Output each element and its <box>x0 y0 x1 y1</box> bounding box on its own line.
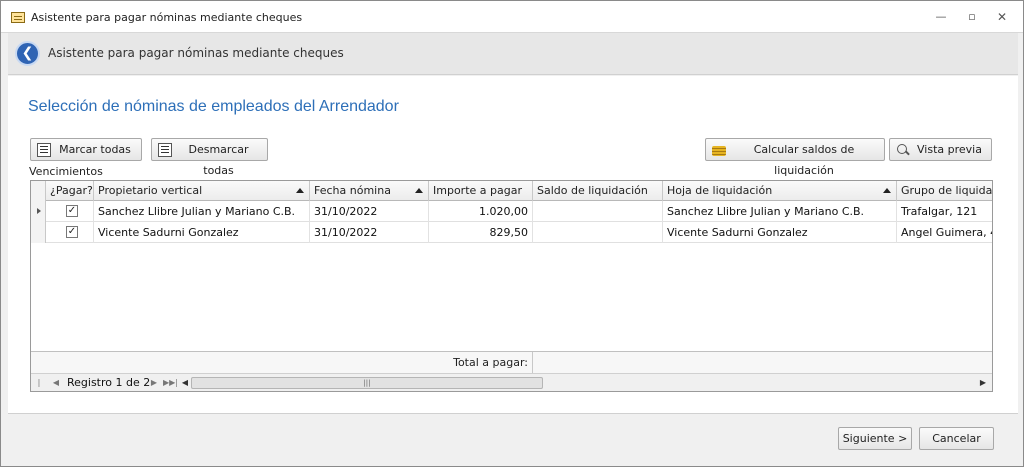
column-header-label: Hoja de liquidación <box>667 184 773 197</box>
column-header-label: Fecha nómina <box>314 184 391 197</box>
column-header-propietario[interactable]: Propietario vertical <box>94 181 310 201</box>
propietario-cell[interactable]: Vicente Sadurni Gonzalez <box>94 222 310 243</box>
window-title: Asistente para pagar nóminas mediante ch… <box>31 11 303 24</box>
wizard-window: Asistente para pagar nóminas mediante ch… <box>0 0 1024 467</box>
sort-ascending-icon <box>415 188 423 193</box>
hoja-cell[interactable]: Vicente Sadurni Gonzalez <box>663 222 897 243</box>
checklist-icon <box>37 143 51 157</box>
column-header-grupo[interactable]: Grupo de liquidació <box>897 181 992 201</box>
checklist-icon <box>158 143 172 157</box>
wizard-header-title: Asistente para pagar nóminas mediante ch… <box>48 46 344 60</box>
calculate-balances-button[interactable]: Calcular saldos de liquidación <box>705 138 885 177</box>
wizard-page: Selección de nóminas de empleados del Ar… <box>8 76 1018 414</box>
close-button[interactable]: ✕ <box>992 9 1012 25</box>
grupo-cell[interactable]: Angel Guimera, 44 <box>897 222 992 243</box>
column-header-label: ¿Pagar? <box>50 184 93 197</box>
table-row[interactable]: ✓ Vicente Sadurni Gonzalez 31/10/2022 82… <box>31 222 992 243</box>
current-row-pointer-icon <box>37 208 41 214</box>
column-header-hoja[interactable]: Hoja de liquidación <box>663 181 897 201</box>
coins-icon <box>712 143 726 157</box>
column-header-label: Grupo de liquidació <box>901 184 992 197</box>
grid-summary-footer: Total a pagar: 1.8... <box>31 351 992 391</box>
total-a-pagar: Total a pagar: 1.8... <box>429 352 533 391</box>
cancel-button[interactable]: Cancelar <box>919 427 994 450</box>
pagar-checkbox[interactable]: ✓ <box>66 205 78 217</box>
grid-navigator: |◀◀ ◀ Registro 1 de 2 ▶ ▶▶| ◀ ||| ▶ <box>31 373 992 391</box>
scroll-right-icon[interactable]: ▶ <box>978 374 988 391</box>
fecha-cell[interactable]: 31/10/2022 <box>310 222 429 243</box>
last-record-icon[interactable]: ▶▶| <box>163 374 178 391</box>
back-arrow-icon[interactable]: ❮ <box>15 41 40 66</box>
horizontal-scrollbar[interactable]: ||| <box>191 377 986 389</box>
importe-cell[interactable]: 829,50 <box>429 222 533 243</box>
unmark-all-label: Desmarcar todas <box>188 143 249 177</box>
saldo-cell[interactable] <box>533 201 663 222</box>
app-window-icon <box>11 12 25 23</box>
unmark-all-button[interactable]: Desmarcar todas <box>151 138 268 177</box>
mark-all-label: Marcar todas <box>59 143 131 156</box>
print-preview-button[interactable]: Vista previa <box>889 138 992 161</box>
column-header-label: Saldo de liquidación <box>537 184 648 197</box>
page-title: Selección de nóminas de empleados del Ar… <box>28 98 399 115</box>
section-label: Vencimientos <box>29 165 103 178</box>
row-indicator[interactable] <box>31 201 46 222</box>
pagar-cell[interactable]: ✓ <box>46 201 94 222</box>
fecha-cell[interactable]: 31/10/2022 <box>310 201 429 222</box>
mark-all-button[interactable]: Marcar todas <box>30 138 142 161</box>
next-button[interactable]: Siguiente > <box>838 427 912 450</box>
scroll-left-icon[interactable]: ◀ <box>180 374 190 391</box>
magnifier-icon <box>896 143 910 157</box>
column-header-fecha[interactable]: Fecha nómina <box>310 181 429 201</box>
calculate-balances-label: Calcular saldos de liquidación <box>753 143 855 177</box>
sort-ascending-icon <box>883 188 891 193</box>
print-preview-label: Vista previa <box>917 143 982 156</box>
pagar-checkbox[interactable]: ✓ <box>66 226 78 238</box>
column-header-label: Propietario vertical <box>98 184 203 197</box>
importe-cell[interactable]: 1.020,00 <box>429 201 533 222</box>
grupo-cell[interactable]: Trafalgar, 121 <box>897 201 992 222</box>
column-header-saldo[interactable]: Saldo de liquidación <box>533 181 663 201</box>
title-bar: Asistente para pagar nóminas mediante ch… <box>1 1 1023 33</box>
next-record-icon[interactable]: ▶ <box>149 374 159 391</box>
payroll-grid[interactable]: ¿Pagar? Propietario vertical Fecha nómin… <box>30 180 993 392</box>
propietario-cell[interactable]: Sanchez Llibre Julian y Mariano C.B. <box>94 201 310 222</box>
pagar-cell[interactable]: ✓ <box>46 222 94 243</box>
table-row[interactable]: ✓ Sanchez Llibre Julian y Mariano C.B. 3… <box>31 201 992 222</box>
maximize-button[interactable]: ▫ <box>962 9 982 25</box>
column-header-pagar[interactable]: ¿Pagar? <box>46 181 94 201</box>
sort-ascending-icon <box>296 188 304 193</box>
scroll-thumb[interactable]: ||| <box>191 377 543 389</box>
column-header-importe[interactable]: Importe a pagar <box>429 181 533 201</box>
previous-record-icon[interactable]: ◀ <box>51 374 61 391</box>
row-indicator-header <box>31 181 46 201</box>
row-indicator[interactable] <box>31 222 46 243</box>
column-header-label: Importe a pagar <box>433 184 522 197</box>
minimize-button[interactable]: — <box>931 9 951 25</box>
first-record-icon[interactable]: |◀◀ <box>34 374 44 391</box>
record-counter: Registro 1 de 2 <box>67 376 151 389</box>
saldo-cell[interactable] <box>533 222 663 243</box>
hoja-cell[interactable]: Sanchez Llibre Julian y Mariano C.B. <box>663 201 897 222</box>
grid-header: ¿Pagar? Propietario vertical Fecha nómin… <box>31 181 992 201</box>
wizard-header: ❮ Asistente para pagar nóminas mediante … <box>8 33 1018 75</box>
